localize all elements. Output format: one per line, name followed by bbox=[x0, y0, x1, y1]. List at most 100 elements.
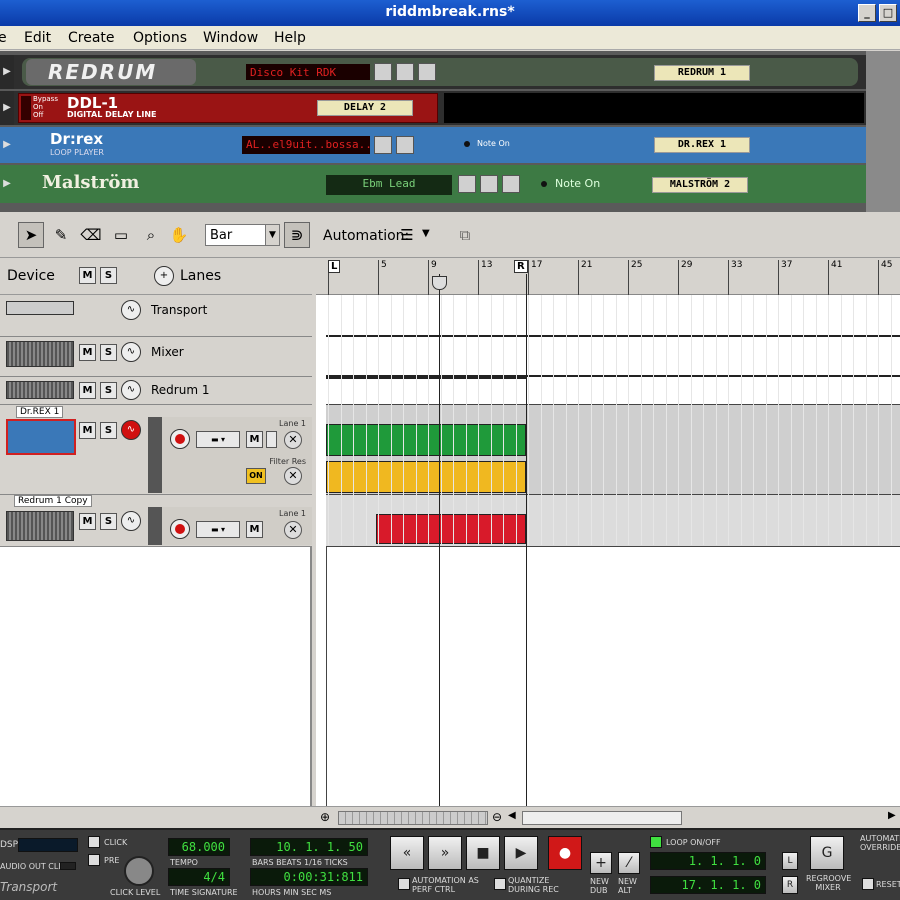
scroll-thumb[interactable] bbox=[522, 811, 682, 825]
solo-button[interactable]: S bbox=[100, 344, 117, 361]
mute-button[interactable]: M bbox=[79, 344, 96, 361]
hand-tool[interactable]: ✋ bbox=[166, 222, 192, 248]
solo-button[interactable]: S bbox=[100, 513, 117, 530]
stop-button[interactable]: ■ bbox=[466, 836, 500, 870]
close-icon[interactable]: ✕ bbox=[284, 521, 302, 539]
fold-triangle-icon[interactable]: ▶ bbox=[0, 127, 14, 163]
scroll-left-arrow-icon[interactable]: ◀ bbox=[508, 810, 516, 821]
pre-checkbox[interactable] bbox=[88, 854, 100, 866]
pencil-tool[interactable]: ✎ bbox=[48, 222, 74, 248]
maximize-button[interactable]: □ bbox=[879, 4, 897, 22]
snap-select[interactable]: Bar ▼ bbox=[205, 224, 280, 246]
fold-triangle-icon[interactable]: ▶ bbox=[0, 55, 14, 89]
chevron-down-icon[interactable]: ▼ bbox=[422, 228, 430, 239]
minimize-button[interactable]: _ bbox=[858, 4, 876, 22]
click-level-knob[interactable] bbox=[124, 856, 154, 886]
tempo-display[interactable]: 68.000 bbox=[168, 838, 230, 856]
solo-button[interactable]: S bbox=[100, 382, 117, 399]
menu-window[interactable]: Window bbox=[203, 30, 258, 46]
lane-mute-button[interactable]: M bbox=[246, 521, 263, 538]
automation-wave-icon[interactable]: ∿ bbox=[121, 300, 141, 320]
drrex-tag[interactable]: DR.REX 1 bbox=[654, 137, 750, 153]
filter-res-automation-clip[interactable] bbox=[326, 461, 526, 493]
play-button[interactable]: ▶ bbox=[504, 836, 538, 870]
quantize-checkbox[interactable] bbox=[494, 878, 506, 890]
tracklist-scrollbar[interactable] bbox=[0, 806, 316, 828]
zoom-out-icon[interactable]: ⊖ bbox=[492, 810, 502, 824]
redrum-patch-display[interactable]: Disco Kit RDK bbox=[246, 64, 370, 80]
menu-options[interactable]: Options bbox=[133, 30, 187, 46]
record-button[interactable]: ● bbox=[548, 836, 582, 870]
solo-all-button[interactable]: S bbox=[100, 267, 117, 284]
position-display[interactable]: 10. 1. 1. 50 bbox=[250, 838, 368, 856]
loop-on-off-toggle[interactable] bbox=[650, 836, 662, 848]
horizontal-scrollbar[interactable]: ⊕ ⊖ ◀ ▶ bbox=[316, 806, 900, 828]
fold-triangle-icon[interactable]: ▶ bbox=[0, 91, 14, 125]
redrum-tag[interactable]: REDRUM 1 bbox=[654, 65, 750, 81]
eraser-tool[interactable]: ⌫ bbox=[78, 222, 104, 248]
razor-tool[interactable]: ▭ bbox=[108, 222, 134, 248]
track-redrum-copy[interactable]: Redrum 1 Copy M S ∿ Lane 1 ▬ ▾ M ✕ bbox=[0, 495, 312, 547]
patch-save-icon[interactable] bbox=[418, 63, 436, 81]
patch-browse-arrows-icon[interactable] bbox=[458, 175, 476, 193]
solo-button[interactable]: S bbox=[100, 422, 117, 439]
rewind-button[interactable]: « bbox=[390, 836, 424, 870]
zoom-slider[interactable] bbox=[338, 811, 488, 825]
menu-edit[interactable]: Edit bbox=[24, 30, 51, 46]
menu-help[interactable]: Help bbox=[274, 30, 306, 46]
patch-folder-icon[interactable] bbox=[396, 63, 414, 81]
snap-toggle-button[interactable]: ⋑ bbox=[284, 222, 310, 248]
time-signature-display[interactable]: 4/4 bbox=[168, 868, 230, 886]
new-alt-button[interactable]: ⁄ bbox=[618, 852, 640, 874]
zoom-in-icon[interactable]: ⊕ bbox=[320, 810, 330, 824]
automation-wave-icon[interactable]: ∿ bbox=[121, 380, 141, 400]
rack-scrollbar[interactable] bbox=[866, 51, 900, 212]
track-mixer[interactable]: M S ∿ Mixer bbox=[0, 337, 312, 377]
left-locator-button[interactable]: L bbox=[782, 852, 798, 870]
malstrom-tag[interactable]: MALSTRÖM 2 bbox=[652, 177, 748, 193]
malstrom-patch-display[interactable]: Ebm Lead bbox=[326, 175, 452, 195]
ddl-bypass-switch[interactable] bbox=[21, 96, 31, 120]
automation-lane-button[interactable]: ☰ bbox=[394, 222, 420, 248]
left-locator-display[interactable]: 1. 1. 1. 0 bbox=[650, 852, 766, 870]
lane-solo-button[interactable] bbox=[266, 431, 277, 448]
right-locator-display[interactable]: 17. 1. 1. 0 bbox=[650, 876, 766, 894]
add-lane-icon[interactable]: + bbox=[154, 266, 174, 286]
patch-browse-arrows-icon[interactable] bbox=[374, 136, 392, 154]
menu-file[interactable]: e bbox=[0, 30, 7, 46]
on-button[interactable]: ON bbox=[246, 468, 266, 484]
pattern-button[interactable]: ⧉ bbox=[452, 222, 478, 248]
drrex-note-clip[interactable] bbox=[326, 424, 526, 456]
new-dub-button[interactable]: + bbox=[590, 852, 612, 874]
patch-save-icon[interactable] bbox=[502, 175, 520, 193]
drrex-loop-display[interactable]: AL..el9uit..bossa.. bbox=[242, 136, 370, 154]
click-checkbox[interactable] bbox=[88, 836, 100, 848]
lane-menu-dropdown[interactable]: ▬ ▾ bbox=[196, 431, 240, 448]
automation-perf-checkbox[interactable] bbox=[398, 878, 410, 890]
record-enable-icon[interactable]: ∿ bbox=[121, 420, 141, 440]
track-redrum[interactable]: M S ∿ Redrum 1 bbox=[0, 377, 312, 405]
track-drrex[interactable]: Dr.REX 1 M S ∿ Lane 1 ▬ ▾ M ✕ Filter Res… bbox=[0, 405, 312, 495]
fast-forward-button[interactable]: » bbox=[428, 836, 462, 870]
close-icon[interactable]: ✕ bbox=[284, 467, 302, 485]
right-locator-button[interactable]: R bbox=[782, 876, 798, 894]
lane-record-button[interactable] bbox=[170, 519, 190, 539]
right-locator-flag[interactable]: R bbox=[514, 260, 528, 273]
mute-all-button[interactable]: M bbox=[79, 267, 96, 284]
patch-folder-icon[interactable] bbox=[480, 175, 498, 193]
song-position-marker-icon[interactable] bbox=[432, 276, 447, 290]
track-transport[interactable]: ∿ Transport bbox=[0, 295, 312, 337]
scroll-right-arrow-icon[interactable]: ▶ bbox=[888, 810, 896, 821]
magnify-tool[interactable]: ⌕ bbox=[138, 222, 164, 248]
arrange-view[interactable]: 159131721252933374145LR bbox=[316, 258, 900, 806]
automation-wave-icon[interactable]: ∿ bbox=[121, 342, 141, 362]
lane-record-button[interactable] bbox=[170, 429, 190, 449]
mute-button[interactable]: M bbox=[79, 513, 96, 530]
ddl-tag[interactable]: DELAY 2 bbox=[317, 100, 413, 116]
reset-button[interactable] bbox=[862, 878, 874, 890]
mute-button[interactable]: M bbox=[79, 382, 96, 399]
timeline-ruler[interactable]: 159131721252933374145LR bbox=[316, 258, 900, 295]
mute-button[interactable]: M bbox=[79, 422, 96, 439]
lane-menu-dropdown[interactable]: ▬ ▾ bbox=[196, 521, 240, 538]
regroove-mixer-button[interactable]: G bbox=[810, 836, 844, 870]
